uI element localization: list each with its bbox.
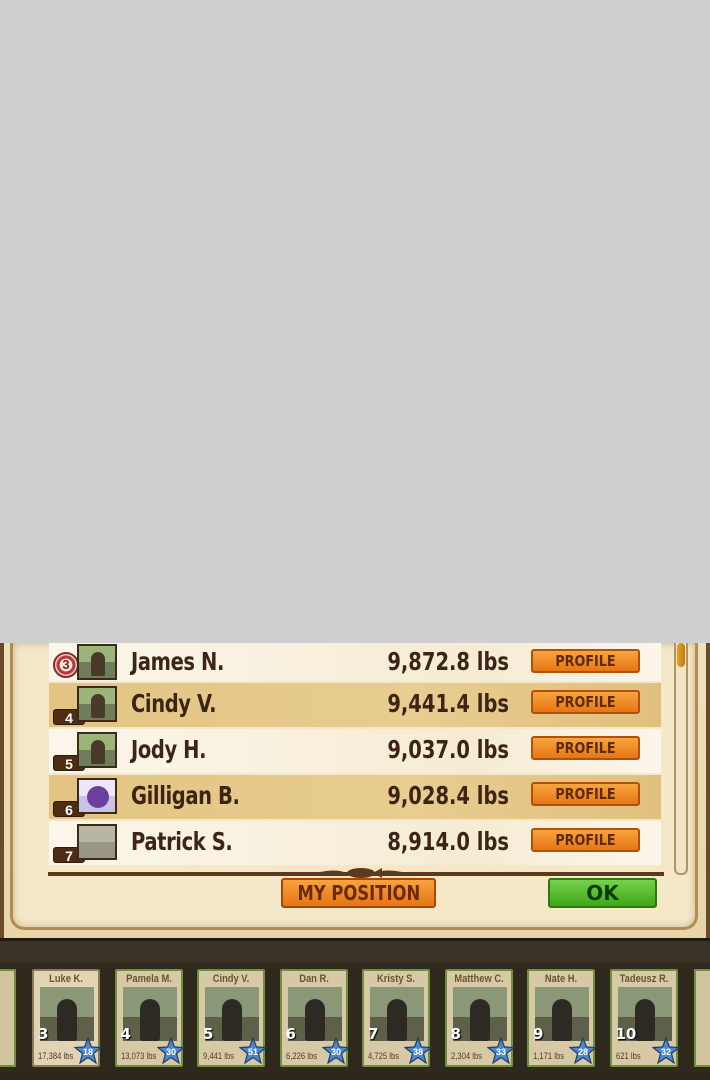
svg-text:32: 32 xyxy=(660,1047,670,1057)
friend-name: Nate H. xyxy=(544,973,578,985)
friend-name: Luke K. xyxy=(49,973,83,985)
profile-button-label: PROFILE xyxy=(555,785,616,803)
friend-score: 2,304 lbs xyxy=(450,1051,482,1061)
friend-strip-track xyxy=(0,963,710,1073)
avatar xyxy=(77,686,117,722)
friend-name: Cindy V. xyxy=(212,973,250,985)
friend-card[interactable]: Luke K. 3 17,384 lbs 18 xyxy=(32,969,102,1067)
profile-button[interactable]: PROFILE xyxy=(531,736,640,760)
friend-score: 13,073 lbs xyxy=(120,1051,156,1061)
friend-card[interactable]: Nate H. 9 1,171 lbs 28 xyxy=(527,969,597,1067)
list-scrollbar[interactable] xyxy=(674,643,688,875)
friend-card[interactable]: Dan R. 6 6,226 lbs 30 xyxy=(279,969,350,1067)
player-name: Jody H. xyxy=(131,735,207,764)
friend-score: 9,441 lbs xyxy=(203,1051,235,1061)
leaderboard-row: 6 Gilligan B. 9,028.4 lbs PROFILE xyxy=(49,775,661,819)
svg-text:33: 33 xyxy=(495,1047,505,1057)
my-position-button[interactable]: MY POSITION xyxy=(281,878,436,908)
level-star-icon: 30 xyxy=(321,1037,350,1065)
friend-card[interactable]: Matthew C. 8 2,304 lbs 33 xyxy=(444,969,515,1067)
friend-score: 1,171 lbs xyxy=(533,1051,565,1061)
friend-card[interactable]: Cindy V. 5 9,441 lbs 51 xyxy=(197,969,267,1067)
player-score: 9,037.0 lbs xyxy=(387,735,509,764)
player-score: 9,441.4 lbs xyxy=(387,689,509,718)
player-name: Patrick S. xyxy=(131,827,233,856)
level-star-icon: 30 xyxy=(156,1037,185,1065)
friend-name: Tadeusz R. xyxy=(619,973,668,985)
svg-text:38: 38 xyxy=(413,1047,423,1057)
blank-background xyxy=(0,0,710,643)
friend-name: Kristy S. xyxy=(377,973,415,985)
friend-rank: 5 xyxy=(203,1025,214,1043)
player-name: Gilligan B. xyxy=(131,781,240,810)
leaderboard-list[interactable]: 3 James N. 9,872.8 lbs PROFILE 4 Cindy V… xyxy=(49,643,661,871)
friend-card-partial[interactable] xyxy=(694,969,710,1067)
level-star-icon: 28 xyxy=(569,1037,597,1065)
friend-strip: Luke K. 3 17,384 lbs 18 Pamela M. 4 13,073 lbs… xyxy=(0,938,710,1080)
friend-rank: 10 xyxy=(615,1025,637,1043)
friend-name: Pamela M. xyxy=(125,973,172,985)
leaderboard-row: 7 Patrick S. 8,914.0 lbs PROFILE xyxy=(49,821,661,865)
profile-button-label: PROFILE xyxy=(555,739,616,757)
friend-name: Matthew C. xyxy=(453,973,504,985)
friend-score: 6,226 lbs xyxy=(285,1051,317,1061)
leaderboard-row: 5 Jody H. 9,037.0 lbs PROFILE xyxy=(49,729,661,773)
friend-rank: 9 xyxy=(533,1025,544,1043)
svg-text:28: 28 xyxy=(578,1047,588,1057)
profile-button[interactable]: PROFILE xyxy=(531,690,640,714)
level-star-icon: 32 xyxy=(651,1037,680,1065)
scroll-thumb[interactable] xyxy=(677,643,685,667)
level-star-icon: 38 xyxy=(404,1037,432,1065)
friend-score: 17,384 lbs xyxy=(38,1051,74,1061)
avatar xyxy=(77,824,117,860)
avatar xyxy=(77,644,117,680)
friend-rank: 3 xyxy=(38,1025,49,1043)
friend-card-partial[interactable] xyxy=(0,969,16,1067)
profile-button[interactable]: PROFILE xyxy=(531,828,640,852)
player-score: 9,028.4 lbs xyxy=(387,781,509,810)
leaderboard-row: 3 James N. 9,872.8 lbs PROFILE xyxy=(49,643,661,681)
friend-rank: 7 xyxy=(368,1025,379,1043)
my-position-label: MY POSITION xyxy=(297,881,420,905)
profile-button-label: PROFILE xyxy=(555,693,616,711)
friend-rank: 6 xyxy=(285,1025,296,1043)
avatar xyxy=(77,732,117,768)
friend-card[interactable]: Kristy S. 7 4,725 lbs 38 xyxy=(362,969,432,1067)
player-score: 8,914.0 lbs xyxy=(387,827,509,856)
avatar xyxy=(77,778,117,814)
profile-button[interactable]: PROFILE xyxy=(531,782,640,806)
leaderboard-row: 4 Cindy V. 9,441.4 lbs PROFILE xyxy=(49,683,661,727)
ok-button[interactable]: OK xyxy=(548,878,657,908)
svg-text:30: 30 xyxy=(330,1047,340,1057)
friend-card[interactable]: Tadeusz R. 10 621 lbs 32 xyxy=(609,969,680,1067)
profile-button-label: PROFILE xyxy=(555,652,616,670)
svg-text:51: 51 xyxy=(248,1047,258,1057)
leaderboard-dialog: 3 James N. 9,872.8 lbs PROFILE 4 Cindy V… xyxy=(0,643,710,938)
level-star-icon: 18 xyxy=(74,1037,102,1065)
rank-medal-icon: 3 xyxy=(53,652,79,678)
friend-rank: 4 xyxy=(120,1025,131,1043)
svg-text:30: 30 xyxy=(165,1047,175,1057)
profile-button-label: PROFILE xyxy=(555,831,616,849)
level-star-icon: 51 xyxy=(239,1037,267,1065)
player-score: 9,872.8 lbs xyxy=(387,647,509,676)
friend-rank: 8 xyxy=(450,1025,461,1043)
player-name: James N. xyxy=(131,647,224,676)
friend-score: 4,725 lbs xyxy=(368,1051,400,1061)
friend-name: Dan R. xyxy=(298,973,329,985)
fish-ornament-icon xyxy=(316,868,406,878)
level-star-icon: 33 xyxy=(486,1037,515,1065)
player-name: Cindy V. xyxy=(131,689,217,718)
friend-card[interactable]: Pamela M. 4 13,073 lbs 30 xyxy=(114,969,185,1067)
profile-button[interactable]: PROFILE xyxy=(531,649,640,673)
svg-text:18: 18 xyxy=(83,1047,93,1057)
friend-score: 621 lbs xyxy=(615,1051,641,1061)
